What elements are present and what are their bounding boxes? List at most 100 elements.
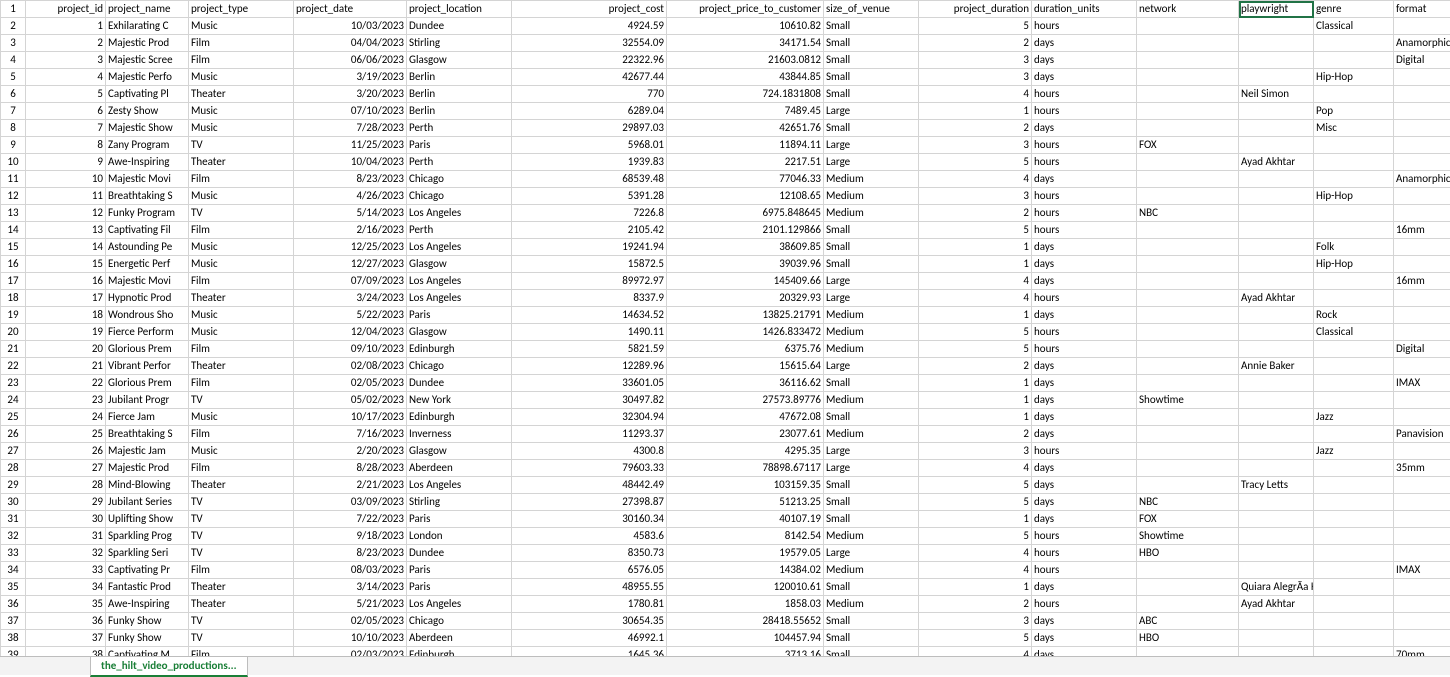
cell-genre[interactable]: [1314, 154, 1394, 171]
cell-project_duration[interactable]: 2: [919, 35, 1032, 52]
cell-format[interactable]: [1394, 205, 1450, 222]
cell-project_name[interactable]: Jubilant Series: [106, 494, 189, 511]
row-number[interactable]: 13: [1, 205, 26, 222]
cell-project_cost[interactable]: 42677.44: [512, 69, 667, 86]
cell-project_duration[interactable]: 3: [919, 52, 1032, 69]
cell-project_cost[interactable]: 79603.33: [512, 460, 667, 477]
table-row[interactable]: 2019Fierce PerformMusic12/04/2023Glasgow…: [1, 324, 1450, 341]
cell-project_duration[interactable]: 1: [919, 256, 1032, 273]
cell-genre[interactable]: [1314, 35, 1394, 52]
cell-project_cost[interactable]: 30160.34: [512, 511, 667, 528]
cell-duration_units[interactable]: days: [1032, 477, 1137, 494]
cell-network[interactable]: [1137, 477, 1239, 494]
cell-format[interactable]: [1394, 511, 1450, 528]
cell-size_of_venue[interactable]: Small: [824, 409, 919, 426]
cell-project_price_to_customer[interactable]: 6375.76: [667, 341, 824, 358]
cell-project_date[interactable]: 04/04/2023: [294, 35, 407, 52]
table-row[interactable]: 76Zesty ShowMusic07/10/2023Berlin6289.04…: [1, 103, 1450, 120]
cell-project_date[interactable]: 08/03/2023: [294, 562, 407, 579]
cell-project_type[interactable]: TV: [189, 511, 294, 528]
cell-project_price_to_customer[interactable]: 34171.54: [667, 35, 824, 52]
cell-project_cost[interactable]: 32554.09: [512, 35, 667, 52]
cell-genre[interactable]: [1314, 477, 1394, 494]
cell-format[interactable]: [1394, 137, 1450, 154]
column-header-project_name[interactable]: project_name: [106, 1, 189, 18]
cell-project_location[interactable]: Glasgow: [407, 256, 512, 273]
row-number[interactable]: 4: [1, 52, 26, 69]
cell-project_name[interactable]: Sparkling Seri: [106, 545, 189, 562]
cell-size_of_venue[interactable]: Large: [824, 137, 919, 154]
cell-project_id[interactable]: 31: [26, 528, 106, 545]
cell-project_price_to_customer[interactable]: 39039.96: [667, 256, 824, 273]
table-row[interactable]: 21Exhilarating CMusic10/03/2023Dundee492…: [1, 18, 1450, 35]
table-row[interactable]: 2322Glorious PremFilm02/05/2023Dundee336…: [1, 375, 1450, 392]
cell-network[interactable]: [1137, 171, 1239, 188]
table-row[interactable]: 2625Breathtaking SFilm7/16/2023Inverness…: [1, 426, 1450, 443]
column-header-project_type[interactable]: project_type: [189, 1, 294, 18]
cell-project_name[interactable]: Majestic Movi: [106, 273, 189, 290]
cell-project_price_to_customer[interactable]: 36116.62: [667, 375, 824, 392]
cell-project_location[interactable]: Chicago: [407, 171, 512, 188]
cell-duration_units[interactable]: days: [1032, 579, 1137, 596]
cell-size_of_venue[interactable]: Medium: [824, 188, 919, 205]
cell-size_of_venue[interactable]: Medium: [824, 324, 919, 341]
cell-genre[interactable]: Misc: [1314, 120, 1394, 137]
cell-network[interactable]: FOX: [1137, 137, 1239, 154]
cell-project_location[interactable]: Stirling: [407, 35, 512, 52]
cell-genre[interactable]: [1314, 460, 1394, 477]
row-number[interactable]: 3: [1, 35, 26, 52]
row-number[interactable]: 29: [1, 477, 26, 494]
cell-project_type[interactable]: Film: [189, 52, 294, 69]
cell-size_of_venue[interactable]: Small: [824, 613, 919, 630]
cell-project_date[interactable]: 12/04/2023: [294, 324, 407, 341]
cell-project_date[interactable]: 9/18/2023: [294, 528, 407, 545]
cell-project_price_to_customer[interactable]: 51213.25: [667, 494, 824, 511]
cell-playwright[interactable]: Neil Simon: [1239, 86, 1314, 103]
cell-project_name[interactable]: Majestic Scree: [106, 52, 189, 69]
row-number-header[interactable]: 1: [1, 1, 26, 18]
cell-project_id[interactable]: 22: [26, 375, 106, 392]
cell-genre[interactable]: Folk: [1314, 239, 1394, 256]
cell-project_duration[interactable]: 5: [919, 630, 1032, 647]
cell-project_duration[interactable]: 5: [919, 154, 1032, 171]
cell-network[interactable]: [1137, 154, 1239, 171]
cell-project_cost[interactable]: 15872.5: [512, 256, 667, 273]
row-number[interactable]: 27: [1, 443, 26, 460]
row-number[interactable]: 17: [1, 273, 26, 290]
cell-project_name[interactable]: Majestic Prod: [106, 35, 189, 52]
cell-format[interactable]: [1394, 596, 1450, 613]
cell-project_cost[interactable]: 29897.03: [512, 120, 667, 137]
cell-project_date[interactable]: 11/25/2023: [294, 137, 407, 154]
cell-project_type[interactable]: Theater: [189, 477, 294, 494]
cell-size_of_venue[interactable]: Small: [824, 52, 919, 69]
cell-project_name[interactable]: Fierce Perform: [106, 324, 189, 341]
row-number[interactable]: 38: [1, 630, 26, 647]
row-number[interactable]: 37: [1, 613, 26, 630]
cell-size_of_venue[interactable]: Small: [824, 375, 919, 392]
cell-duration_units[interactable]: hours: [1032, 324, 1137, 341]
cell-genre[interactable]: [1314, 290, 1394, 307]
cell-format[interactable]: IMAX: [1394, 562, 1450, 579]
cell-project_cost[interactable]: 8337.9: [512, 290, 667, 307]
cell-project_location[interactable]: Perth: [407, 154, 512, 171]
cell-format[interactable]: [1394, 86, 1450, 103]
table-row[interactable]: 3332Sparkling SeriTV8/23/2023Dundee8350.…: [1, 545, 1450, 562]
cell-project_id[interactable]: 13: [26, 222, 106, 239]
cell-project_cost[interactable]: 7226.8: [512, 205, 667, 222]
cell-network[interactable]: [1137, 69, 1239, 86]
cell-project_cost[interactable]: 4300.8: [512, 443, 667, 460]
cell-genre[interactable]: [1314, 137, 1394, 154]
cell-project_name[interactable]: Sparkling Prog: [106, 528, 189, 545]
cell-project_id[interactable]: 33: [26, 562, 106, 579]
cell-project_date[interactable]: 3/24/2023: [294, 290, 407, 307]
cell-duration_units[interactable]: hours: [1032, 443, 1137, 460]
cell-project_price_to_customer[interactable]: 23077.61: [667, 426, 824, 443]
cell-size_of_venue[interactable]: Medium: [824, 596, 919, 613]
cell-project_price_to_customer[interactable]: 6975.848645: [667, 205, 824, 222]
cell-duration_units[interactable]: hours: [1032, 596, 1137, 613]
cell-project_duration[interactable]: 4: [919, 171, 1032, 188]
cell-format[interactable]: [1394, 69, 1450, 86]
cell-duration_units[interactable]: days: [1032, 392, 1137, 409]
cell-project_type[interactable]: Music: [189, 409, 294, 426]
cell-playwright[interactable]: [1239, 120, 1314, 137]
